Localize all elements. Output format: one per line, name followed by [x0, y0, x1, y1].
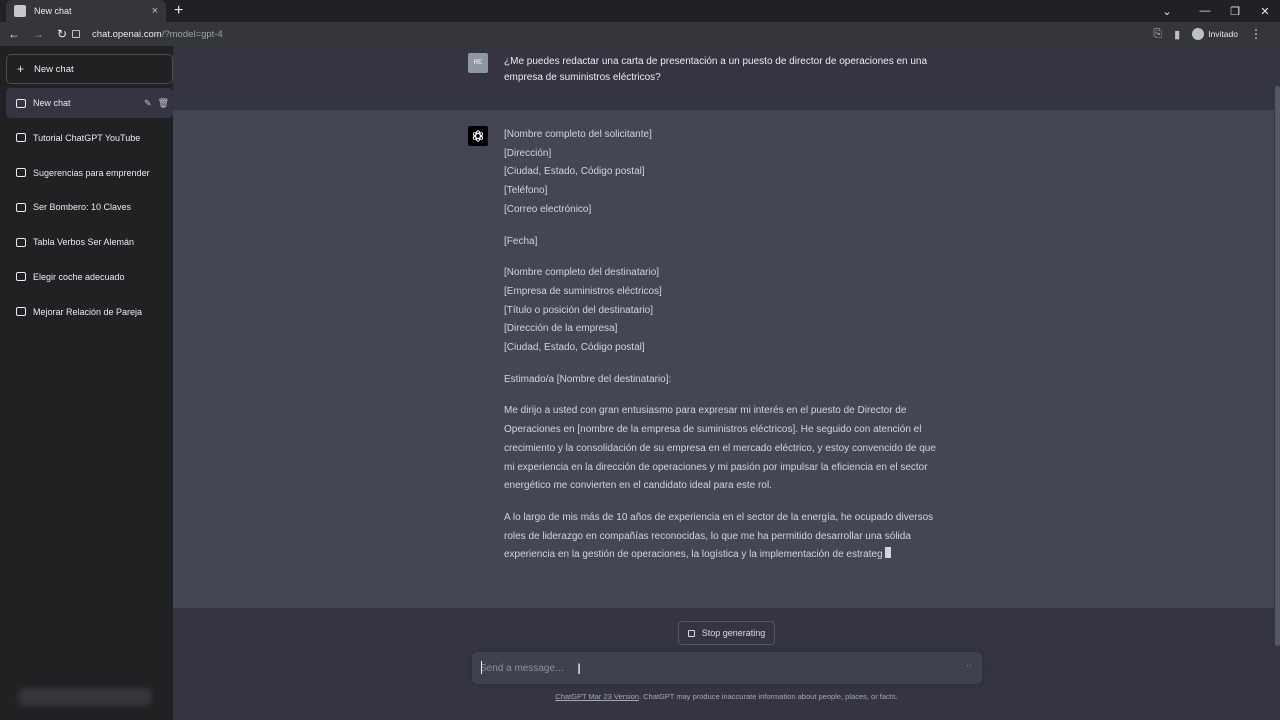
sidebar-item-coche[interactable]: Elegir coche adecuado [6, 262, 173, 292]
trash-icon[interactable]: 🗑 [158, 98, 169, 109]
sidebar-item-pareja[interactable]: Mejorar Relación de Pareja [6, 297, 173, 327]
stop-generating-button[interactable]: Stop generating [678, 621, 775, 645]
recipient-name: [Nombre completo del destinatario] [504, 267, 660, 279]
forward-icon[interactable]: → [28, 27, 48, 41]
more-menu-icon[interactable]: ⋮ [1250, 27, 1262, 41]
sidebar-item-verbos[interactable]: Tabla Verbos Ser Alemán [6, 227, 173, 257]
recipient-company: [Empresa de suministros eléctricos] [504, 285, 662, 297]
openai-logo-icon [468, 126, 488, 146]
restore-icon[interactable]: ❐ [1220, 5, 1250, 18]
browser-tab[interactable]: New chat × [6, 0, 166, 22]
chat-label: Ser Bombero: 10 Claves [33, 202, 132, 213]
recipient-city: [Ciudad, Estado, Código postal] [504, 342, 645, 354]
sidebar-item-bombero[interactable]: Ser Bombero: 10 Claves [6, 192, 173, 222]
send-icon[interactable]: ·· [966, 660, 972, 670]
tab-title: New chat [34, 6, 72, 16]
plus-icon: + [17, 62, 25, 76]
chat-label: Tutorial ChatGPT YouTube [33, 132, 141, 143]
recipient-title: [Título o posición del destinatario] [504, 304, 653, 316]
sender-block: [Nombre completo del solicitante] [Direc… [504, 126, 944, 220]
translate-icon[interactable]: ⎘ [1153, 28, 1162, 41]
chat-label: Tabla Verbos Ser Alemán [33, 237, 135, 248]
chat-label: Mejorar Relación de Pareja [33, 306, 143, 317]
side-panel-icon[interactable]: ▮ [1174, 28, 1180, 41]
back-icon[interactable]: ← [4, 27, 24, 41]
new-tab-button[interactable]: + [174, 2, 183, 20]
chat-bubble-icon [16, 133, 26, 143]
profile-name: Invitado [1208, 29, 1238, 39]
chat-bubble-icon [16, 168, 26, 178]
new-chat-label: New chat [34, 63, 74, 75]
url-host: chat.openai.com [92, 28, 162, 40]
reload-icon[interactable]: ↻ [52, 27, 72, 41]
url-path: /?model=gpt-4 [161, 28, 223, 40]
chat-label: New chat [33, 98, 71, 108]
chat-bubble-icon [16, 307, 26, 317]
paragraph-2-text: A lo largo de mis más de 10 años de expe… [504, 511, 934, 561]
letter-date: [Fecha] [504, 235, 538, 247]
chat-main: RE ¿Me puedes redactar una carta de pres… [173, 46, 1280, 720]
message-input[interactable] [480, 658, 950, 678]
user-message-text: ¿Me puedes redactar una carta de present… [504, 56, 928, 83]
sidebar: + New chat New chat ✎ 🗑 Tutorial ChatGPT… [0, 46, 173, 720]
sidebar-item-new-chat[interactable]: New chat ✎ 🗑 [6, 88, 173, 118]
version-link[interactable]: ChatGPT Mar 23 Version [555, 692, 639, 701]
user-avatar: RE [468, 53, 488, 73]
disclaimer-text: . ChatGPT may produce inaccurate informa… [638, 692, 898, 701]
browser-toolbar-right: ⎘ ▮ Invitado ⋮ [1153, 22, 1262, 46]
close-tab-icon[interactable]: × [152, 5, 158, 17]
browser-tab-strip: New chat × + ⌄ — ❐ ✕ [0, 0, 1280, 22]
sender-address: [Dirección] [504, 147, 552, 159]
address-bar[interactable]: chat.openai.com /?model=gpt-4 [72, 25, 1142, 43]
chat-history-list: New chat ✎ 🗑 Tutorial ChatGPT YouTube Su… [6, 88, 173, 332]
edit-icon[interactable]: ✎ [144, 98, 152, 109]
sender-name: [Nombre completo del solicitante] [504, 129, 652, 140]
assistant-message: [Nombre completo del solicitante] [Direc… [173, 110, 1274, 608]
message-input-box[interactable]: ·· [472, 652, 982, 684]
lock-icon[interactable] [72, 30, 80, 38]
footer-note: ChatGPT Mar 23 Version. ChatGPT may prod… [173, 692, 1280, 701]
sender-city: [Ciudad, Estado, Código postal] [504, 166, 645, 178]
openai-favicon-icon [14, 5, 26, 17]
text-caret [481, 661, 482, 674]
sidebar-item-tutorial[interactable]: Tutorial ChatGPT YouTube [6, 123, 173, 153]
chat-bubble-icon [16, 237, 26, 247]
recipient-address: [Dirección de la empresa] [504, 323, 618, 335]
sidebar-item-sugerencias[interactable]: Sugerencias para emprender [6, 158, 173, 188]
guest-avatar-icon [1192, 28, 1205, 40]
browser-toolbar: ← → ↻ chat.openai.com /?model=gpt-4 ⎘ ▮ … [0, 22, 1280, 46]
recipient-block: [Nombre completo del destinatario] [Empr… [504, 264, 944, 358]
chat-actions: ✎ 🗑 [144, 98, 169, 109]
sender-email: [Correo electrónico] [504, 203, 592, 215]
window-controls: ⌄ — ❐ ✕ [1152, 0, 1280, 22]
close-window-icon[interactable]: ✕ [1250, 5, 1280, 18]
sidebar-user-blurred[interactable] [18, 688, 152, 706]
new-chat-button[interactable]: + New chat [6, 54, 173, 84]
chat-bubble-icon [16, 272, 26, 282]
minimize-icon[interactable]: — [1190, 5, 1220, 17]
chat-label: Elegir coche adecuado [33, 271, 125, 282]
letter-paragraph-2: A lo largo de mis más de 10 años de expe… [504, 509, 944, 565]
sender-phone: [Teléfono] [504, 185, 548, 197]
typing-cursor [884, 547, 891, 559]
letter-paragraph-1: Me dirijo a usted con gran entusiasmo pa… [504, 405, 936, 492]
profile-button[interactable]: Invitado [1192, 28, 1238, 40]
chat-bubble-icon [16, 98, 26, 108]
assistant-message-text: [Nombre completo del solicitante] [Direc… [504, 126, 944, 578]
letter-greeting: Estimado/a [Nombre del destinatario]: [504, 373, 672, 385]
chat-label: Sugerencias para emprender [33, 167, 150, 178]
mouse-ibeam-cursor-icon: I [577, 662, 582, 678]
scrollbar[interactable] [1275, 86, 1280, 646]
tab-search-icon[interactable]: ⌄ [1152, 5, 1182, 18]
stop-label: Stop generating [701, 628, 766, 638]
user-message: RE ¿Me puedes redactar una carta de pres… [173, 46, 1280, 110]
chat-bubble-icon [16, 202, 26, 212]
stop-icon [687, 629, 695, 637]
